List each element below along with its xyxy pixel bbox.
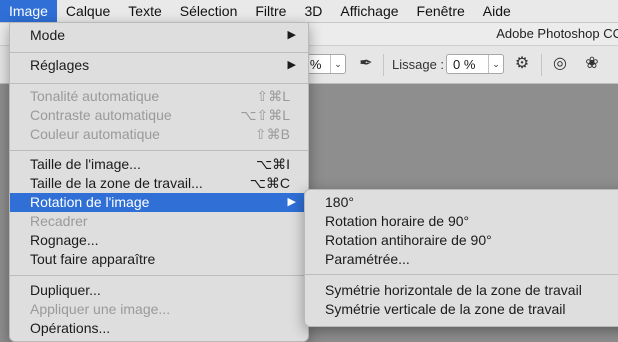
menu-item-symetrie-horizontale[interactable]: Symétrie horizontale de la zone de trava…	[305, 281, 618, 300]
menu-item-taille-zone[interactable]: Taille de la zone de travail... ⌥⌘C	[10, 174, 308, 193]
menu-divider	[10, 83, 308, 84]
image-menu: Mode ▶ Réglages ▶ Tonalité automatique ⇧…	[9, 22, 309, 342]
submenu-arrow-icon: ▶	[287, 29, 296, 41]
pressure-icon[interactable]: ◎	[550, 54, 570, 74]
menu-item-dupliquer[interactable]: Dupliquer...	[10, 281, 308, 300]
divider	[383, 54, 384, 76]
menu-item-parametree[interactable]: Paramétrée...	[305, 250, 618, 269]
menu-image[interactable]: Image	[0, 0, 57, 22]
menu-divider	[10, 275, 308, 276]
menu-item-operations[interactable]: Opérations...	[10, 319, 308, 338]
menu-divider	[10, 150, 308, 151]
menu-item-contraste-auto: Contraste automatique ⌥⇧⌘L	[30, 107, 290, 123]
chevron-down-icon[interactable]: ⌄	[330, 55, 345, 73]
menu-3d[interactable]: 3D	[295, 0, 331, 22]
submenu-arrow-icon: ▶	[287, 196, 296, 208]
menu-affichage[interactable]: Affichage	[331, 0, 407, 22]
menu-selection[interactable]: Sélection	[171, 0, 247, 22]
airbrush-icon[interactable]: ✒	[356, 54, 376, 74]
menu-fenetre[interactable]: Fenêtre	[408, 0, 474, 22]
gear-icon[interactable]: ⚙	[512, 54, 532, 74]
menu-item-recadrer: Recadrer	[30, 213, 88, 229]
menu-calque[interactable]: Calque	[57, 0, 119, 22]
menu-item-rotation[interactable]: Rotation de l'image ▶	[10, 193, 308, 212]
menu-item-tonalite-auto: Tonalité automatique ⇧⌘L	[30, 88, 290, 104]
menu-item-rotation-antihoraire-90[interactable]: Rotation antihoraire de 90°	[305, 231, 618, 250]
menu-divider	[10, 52, 308, 53]
menu-item-mode[interactable]: Mode ▶	[10, 26, 308, 45]
divider	[541, 54, 542, 76]
submenu-arrow-icon: ▶	[287, 59, 296, 71]
smoothing-label: Lissage :	[392, 57, 445, 72]
menu-texte[interactable]: Texte	[119, 0, 170, 22]
menu-item-couleur-auto: Couleur automatique ⇧⌘B	[30, 126, 290, 142]
menu-item-symetrie-verticale[interactable]: Symétrie verticale de la zone de travail	[305, 300, 618, 319]
menu-aide[interactable]: Aide	[474, 0, 520, 22]
menu-item-rotation-horaire-90[interactable]: Rotation horaire de 90°	[305, 212, 618, 231]
menu-item-rognage[interactable]: Rognage...	[10, 231, 308, 250]
app-title: Adobe Photoshop CC	[496, 26, 618, 41]
menu-item-180[interactable]: 180°	[305, 193, 618, 212]
menu-item-reglages[interactable]: Réglages ▶	[10, 56, 308, 75]
menu-item-appliquer-image: Appliquer une image...	[30, 301, 171, 317]
rotation-submenu: 180° Rotation horaire de 90° Rotation an…	[304, 189, 618, 327]
menu-filtre[interactable]: Filtre	[246, 0, 295, 22]
menu-bar: Image Calque Texte Sélection Filtre 3D A…	[0, 0, 618, 23]
menu-item-tout-faire-apparaitre[interactable]: Tout faire apparaître	[10, 250, 308, 269]
menu-item-taille-image[interactable]: Taille de l'image... ⌥⌘I	[10, 155, 308, 174]
smoothing-value: 0 %	[453, 57, 476, 72]
menu-divider	[305, 274, 618, 275]
chevron-down-icon[interactable]: ⌄	[488, 55, 503, 73]
smoothing-field[interactable]: 0 % ⌄	[446, 54, 504, 74]
symmetry-butterfly-icon[interactable]: ❀	[582, 54, 602, 74]
